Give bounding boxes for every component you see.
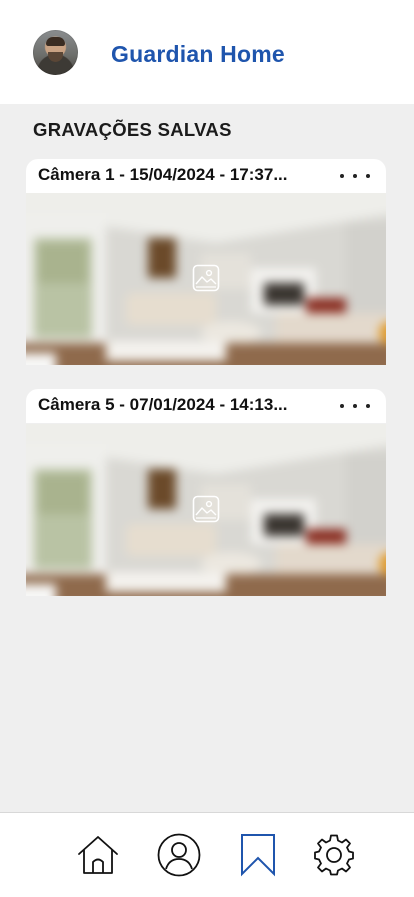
recording-card-header: Câmera 1 - 15/04/2024 - 17:37... bbox=[26, 159, 386, 193]
dot bbox=[353, 404, 357, 408]
avatar[interactable] bbox=[33, 30, 78, 75]
recording-thumbnail[interactable] bbox=[26, 193, 386, 365]
recording-card[interactable]: Câmera 5 - 07/01/2024 - 14:13... bbox=[26, 389, 386, 596]
image-icon bbox=[192, 264, 220, 292]
avatar-beard bbox=[48, 52, 63, 62]
profile-icon[interactable] bbox=[157, 833, 201, 877]
dot bbox=[353, 174, 357, 178]
dot bbox=[340, 174, 344, 178]
recording-card-header: Câmera 5 - 07/01/2024 - 14:13... bbox=[26, 389, 386, 423]
more-options-icon[interactable] bbox=[340, 164, 370, 188]
recording-title: Câmera 1 - 15/04/2024 - 17:37... bbox=[38, 165, 288, 184]
app-header: Guardian Home bbox=[0, 0, 414, 104]
recording-card[interactable]: Câmera 1 - 15/04/2024 - 17:37... bbox=[26, 159, 386, 365]
settings-icon[interactable] bbox=[312, 833, 356, 877]
dot bbox=[340, 404, 344, 408]
app-title: Guardian Home bbox=[111, 41, 285, 67]
recording-title: Câmera 5 - 07/01/2024 - 14:13... bbox=[38, 395, 288, 414]
home-icon[interactable] bbox=[76, 833, 120, 877]
image-icon bbox=[192, 495, 220, 523]
dot bbox=[366, 404, 370, 408]
bottom-navigation bbox=[0, 812, 414, 897]
dot bbox=[366, 174, 370, 178]
bookmark-icon[interactable] bbox=[236, 833, 280, 877]
avatar-hair bbox=[46, 37, 65, 46]
more-options-icon[interactable] bbox=[340, 394, 370, 418]
recording-thumbnail[interactable] bbox=[26, 424, 386, 596]
section-title: GRAVAÇÕES SALVAS bbox=[33, 119, 232, 140]
